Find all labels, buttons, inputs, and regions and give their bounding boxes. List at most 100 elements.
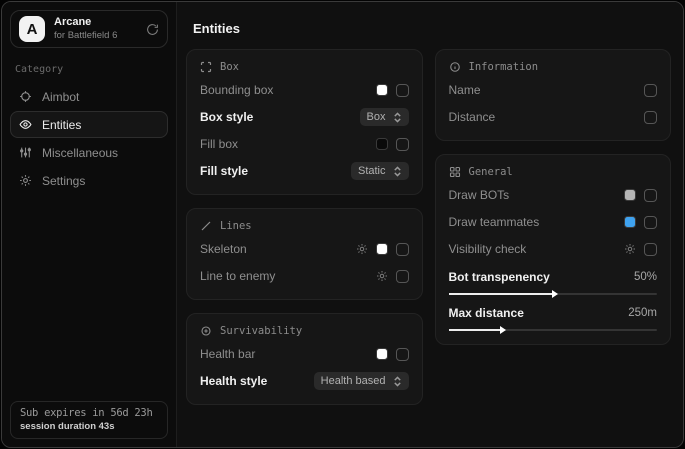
max-distance-slider: Max distance 250m (449, 306, 658, 331)
bot-transparency-slider: Bot transpenency 50% (449, 270, 658, 295)
setting-label: Fill box (200, 137, 238, 151)
dropdown-value: Box (367, 111, 386, 123)
box-card: Box Bounding box Box style Box (186, 49, 423, 195)
sidebar-item-aimbot[interactable]: Aimbot (10, 83, 168, 110)
color-swatch[interactable] (376, 348, 388, 360)
session-duration-text: session duration 43s (20, 421, 158, 432)
checkbox[interactable] (396, 243, 409, 256)
subscription-status: Sub expires in 56d 23h session duration … (10, 401, 168, 439)
setting-label: Visibility check (449, 242, 527, 256)
color-swatch[interactable] (376, 243, 388, 255)
setting-label: Box style (200, 110, 253, 124)
checkbox[interactable] (396, 270, 409, 283)
slider-label: Bot transpenency (449, 270, 550, 284)
sidebar-item-label: Aimbot (42, 90, 79, 104)
card-title: Survivability (220, 325, 302, 337)
checkbox[interactable] (396, 138, 409, 151)
sidebar-item-label: Entities (42, 118, 81, 132)
fill-style-dropdown[interactable]: Static (351, 162, 409, 180)
health-style-dropdown[interactable]: Health based (314, 372, 409, 390)
sidebar-item-miscellaneous[interactable]: Miscellaneous (10, 139, 168, 166)
survivability-card: Survivability Health bar Health style He… (186, 313, 423, 405)
setting-row: Bounding box (200, 80, 409, 100)
page-title: Entities (193, 21, 671, 36)
lines-card: Lines Skeleton (186, 208, 423, 300)
gear-icon[interactable] (356, 243, 368, 255)
info-icon (449, 61, 461, 73)
setting-row: Name (449, 80, 658, 100)
setting-label: Distance (449, 110, 496, 124)
gear-icon[interactable] (624, 243, 636, 255)
setting-label: Draw BOTs (449, 188, 510, 202)
sliders-icon (19, 146, 32, 159)
unfold-icon (393, 112, 402, 123)
color-swatch[interactable] (376, 84, 388, 96)
grid-icon (449, 166, 461, 178)
setting-label: Line to enemy (200, 269, 275, 283)
sidebar-item-entities[interactable]: Entities (10, 111, 168, 138)
sidebar-item-label: Settings (42, 174, 85, 188)
setting-row: Distance (449, 107, 658, 127)
left-column: Box Bounding box Box style Box (186, 49, 423, 418)
setting-row: Health style Health based (200, 371, 409, 391)
slider-value: 250m (628, 307, 657, 319)
app-subtitle: for Battlefield 6 (54, 30, 137, 42)
logo-card: A Arcane for Battlefield 6 (10, 10, 168, 48)
category-label: Category (15, 64, 168, 75)
general-card: General Draw BOTs Draw teammates (435, 154, 672, 345)
unfold-icon (393, 166, 402, 177)
slider-track[interactable] (449, 329, 658, 331)
right-column: Information Name Distance (435, 49, 672, 418)
information-card: Information Name Distance (435, 49, 672, 141)
setting-label: Health style (200, 374, 267, 388)
app-title: Arcane (54, 16, 137, 30)
color-swatch[interactable] (624, 189, 636, 201)
setting-row: Health bar (200, 344, 409, 364)
setting-label: Bounding box (200, 83, 273, 97)
sidebar: A Arcane for Battlefield 6 Category Aimb… (2, 2, 177, 447)
setting-row: Visibility check (449, 239, 658, 259)
setting-label: Name (449, 83, 481, 97)
eye-icon (19, 118, 32, 131)
app-window: A Arcane for Battlefield 6 Category Aimb… (1, 1, 684, 448)
card-title: Information (469, 61, 539, 73)
gear-icon[interactable] (376, 270, 388, 282)
dropdown-value: Health based (321, 375, 386, 387)
setting-label: Health bar (200, 347, 255, 361)
gear-icon (19, 174, 32, 187)
sub-expiry-text: Sub expires in 56d 23h (20, 407, 158, 419)
setting-label: Skeleton (200, 242, 247, 256)
setting-label: Draw teammates (449, 215, 540, 229)
card-title: Lines (220, 220, 252, 232)
checkbox[interactable] (644, 189, 657, 202)
main-content: Entities Box Bounding box (177, 2, 683, 447)
setting-label: Fill style (200, 164, 248, 178)
slider-label: Max distance (449, 306, 524, 320)
setting-row: Fill style Static (200, 161, 409, 181)
health-plus-icon (200, 325, 212, 337)
checkbox[interactable] (644, 216, 657, 229)
setting-row: Line to enemy (200, 266, 409, 286)
slider-track[interactable] (449, 293, 658, 295)
setting-row: Draw BOTs (449, 185, 658, 205)
setting-row: Draw teammates (449, 212, 658, 232)
scan-corners-icon (200, 61, 212, 73)
setting-row: Skeleton (200, 239, 409, 259)
color-swatch[interactable] (376, 138, 388, 150)
card-title: General (469, 166, 513, 178)
checkbox[interactable] (644, 84, 657, 97)
sidebar-item-label: Miscellaneous (42, 146, 118, 160)
setting-row: Box style Box (200, 107, 409, 127)
dropdown-value: Static (358, 165, 386, 177)
sync-icon[interactable] (146, 23, 159, 36)
checkbox[interactable] (644, 111, 657, 124)
box-style-dropdown[interactable]: Box (360, 108, 409, 126)
sidebar-item-settings[interactable]: Settings (10, 167, 168, 194)
checkbox[interactable] (396, 348, 409, 361)
color-swatch[interactable] (624, 216, 636, 228)
checkbox[interactable] (644, 243, 657, 256)
setting-row: Fill box (200, 134, 409, 154)
app-logo: A (19, 16, 45, 42)
checkbox[interactable] (396, 84, 409, 97)
line-icon (200, 220, 212, 232)
